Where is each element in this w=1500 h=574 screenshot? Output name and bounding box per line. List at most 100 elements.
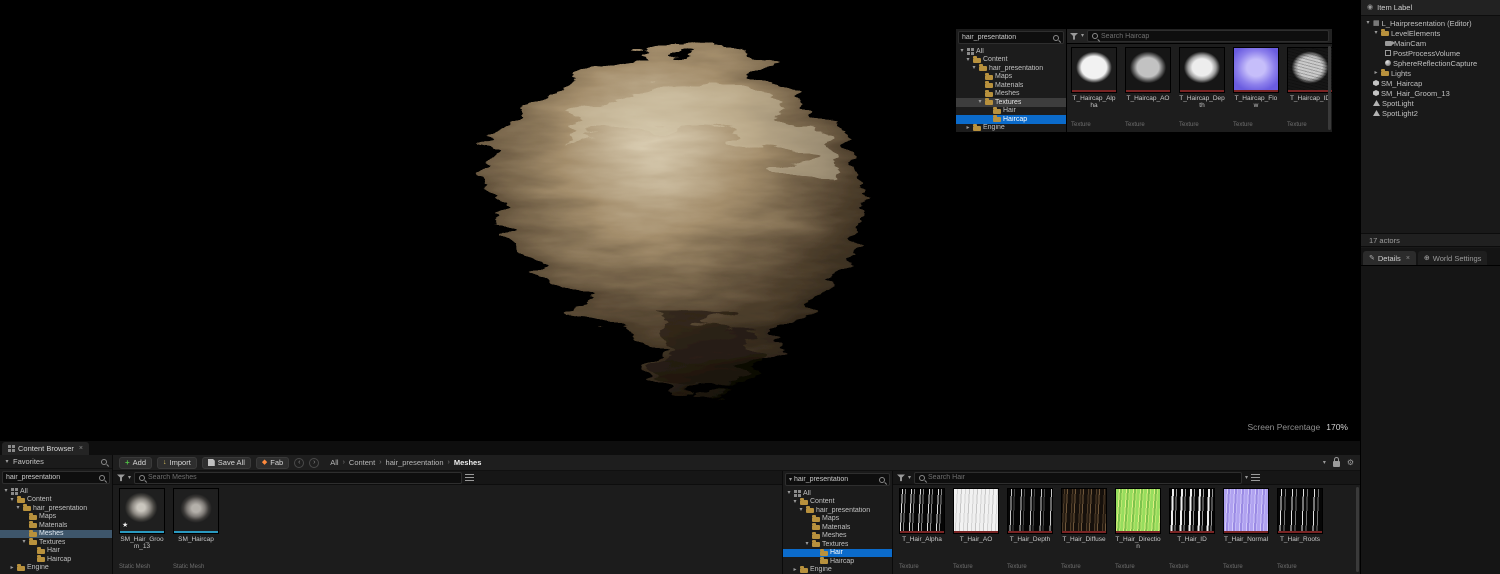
tree-item-meshes[interactable]: Meshes — [956, 89, 1066, 99]
asset-tile[interactable]: T_Haircap_Depth Texture — [1179, 47, 1229, 129]
tree-item-engine[interactable]: ▸ Engine — [0, 563, 112, 573]
asset-tile[interactable]: T_Hair_Depth Texture — [1007, 488, 1057, 571]
tree-item-maps[interactable]: Maps — [956, 72, 1066, 82]
tree-item-hair-presentation[interactable]: ▾ hair_presentation — [0, 504, 112, 513]
expander-icon[interactable]: ▸ — [965, 125, 971, 131]
outliner-item-spherereflectioncapture[interactable]: SphereReflectionCapture — [1361, 58, 1500, 68]
add-button[interactable]: + Add — [119, 456, 153, 469]
asset-tile[interactable]: T_Haircap_Alpha Texture — [1071, 47, 1121, 129]
tree-item-hair[interactable]: Hair — [0, 546, 112, 556]
asset-tile[interactable]: T_Hair_Roots Texture — [1277, 488, 1327, 571]
expander-icon[interactable]: ▾ — [21, 539, 27, 545]
outliner-item-sm-hair-groom[interactable]: SM_Hair_Groom_13 — [1361, 88, 1500, 98]
filter-icon[interactable] — [897, 474, 905, 482]
scrollbar[interactable] — [1356, 487, 1359, 572]
expander-icon[interactable]: ▾ — [959, 48, 965, 54]
fab-button[interactable]: ◆ Fab — [255, 456, 290, 469]
expander-icon[interactable]: ▾ — [3, 488, 9, 494]
favorites-header[interactable]: ▾ Favorites — [0, 455, 112, 469]
meshes-search-input[interactable] — [148, 474, 459, 481]
outliner-item-postprocessvolume[interactable]: PostProcessVolume — [1361, 48, 1500, 58]
expander-icon[interactable]: ▾ — [9, 497, 15, 503]
search-icon[interactable] — [100, 458, 108, 466]
breadcrumb-meshes[interactable]: Meshes — [454, 458, 482, 467]
filter-icon[interactable] — [117, 474, 125, 482]
asset-tile[interactable]: T_Hair_Alpha Texture — [899, 488, 949, 571]
close-icon[interactable]: × — [1406, 255, 1410, 262]
expander-icon[interactable]: ▾ — [798, 507, 804, 513]
breadcrumb-content[interactable]: Content — [349, 458, 375, 467]
favorite-star-icon[interactable]: ★ — [122, 522, 128, 529]
asset-tile[interactable]: SM_Haircap Static Mesh — [173, 488, 223, 571]
asset-tile[interactable]: T_Haircap_Flow Texture — [1233, 47, 1283, 129]
tab-details[interactable]: ✎ Details × — [1363, 251, 1416, 265]
outliner-item-maincam[interactable]: MainCam — [1361, 38, 1500, 48]
tree-item-meshes[interactable]: Meshes — [783, 531, 892, 541]
tree-item-engine[interactable]: ▸ Engine — [783, 565, 892, 574]
tree-item-haircap[interactable]: Haircap — [783, 557, 892, 566]
expander-icon[interactable]: ▾ — [965, 57, 971, 63]
asset-tile[interactable]: T_Hair_Diffuse Texture — [1061, 488, 1111, 571]
expander-icon[interactable]: ▸ — [792, 567, 798, 573]
right-sources-search-input[interactable] — [794, 476, 876, 483]
tab-content-browser[interactable]: Content Browser × — [2, 442, 89, 455]
outliner-item-spotlight2[interactable]: SpotLight2 — [1361, 108, 1500, 118]
tree-item-materials[interactable]: Materials — [783, 523, 892, 532]
tree-item-all[interactable]: ▾ All — [956, 47, 1066, 56]
chevron-down-icon[interactable]: ▾ — [908, 475, 911, 481]
path-search-input[interactable] — [962, 34, 1050, 41]
expander-icon[interactable]: ▾ — [15, 505, 21, 511]
import-button[interactable]: ↓ Import — [157, 456, 197, 469]
tree-item-content[interactable]: ▾ Content — [956, 55, 1066, 65]
close-icon[interactable]: × — [79, 445, 83, 452]
expander-icon[interactable]: ▾ — [1365, 20, 1371, 26]
asset-tile[interactable]: ★ SM_Hair_Groom_13 Static Mesh — [119, 488, 169, 571]
expander-icon[interactable]: ▾ — [971, 65, 977, 71]
chevron-down-icon[interactable]: ▾ — [1323, 460, 1326, 466]
asset-tile[interactable]: T_Hair_Normal Texture — [1223, 488, 1273, 571]
asset-tile[interactable]: T_Hair_ID Texture — [1169, 488, 1219, 571]
expander-icon[interactable]: ▾ — [786, 490, 792, 496]
tree-item-materials[interactable]: Materials — [956, 81, 1066, 90]
save-all-button[interactable]: Save All — [201, 456, 251, 469]
view-options-icon[interactable] — [465, 473, 475, 482]
forward-button[interactable]: › — [309, 457, 320, 468]
outliner-item-lights[interactable]: ▸ Lights — [1361, 68, 1500, 78]
back-button[interactable]: ‹ — [294, 457, 305, 468]
tree-item-hair[interactable]: Hair — [783, 548, 892, 557]
scrollbar[interactable] — [1328, 46, 1331, 130]
tab-world-settings[interactable]: ⊕ World Settings — [1417, 251, 1488, 265]
breadcrumb-all[interactable]: All — [330, 458, 338, 467]
outliner-item-sm-haircap[interactable]: SM_Haircap — [1361, 78, 1500, 88]
tree-item-hair[interactable]: Hair — [956, 106, 1066, 116]
expander-icon[interactable]: ▾ — [804, 541, 810, 547]
expander-icon[interactable]: ▾ — [792, 499, 798, 505]
tree-item-hair-presentation[interactable]: ▾ hair_presentation — [783, 506, 892, 515]
chevron-down-icon[interactable]: ▾ — [1245, 475, 1248, 481]
tree-item-all[interactable]: ▾ All — [783, 489, 892, 498]
eye-icon[interactable]: ◉ — [1367, 4, 1373, 11]
expander-icon[interactable]: ▾ — [4, 459, 10, 465]
expander-icon[interactable]: ▾ — [977, 99, 983, 105]
tree-item-all[interactable]: ▾ All — [0, 487, 112, 496]
outliner-item-spotlight[interactable]: SpotLight — [1361, 98, 1500, 108]
tree-item-materials[interactable]: Materials — [0, 521, 112, 530]
expander-icon[interactable]: ▸ — [9, 565, 15, 571]
tree-item-hair-presentation[interactable]: ▾ hair_presentation — [956, 64, 1066, 73]
asset-tile[interactable]: T_Hair_AO Texture — [953, 488, 1003, 571]
chevron-down-icon[interactable]: ▾ — [1081, 33, 1084, 39]
chevron-down-icon[interactable]: ▾ — [789, 477, 792, 483]
haircap-search-input[interactable] — [1101, 32, 1325, 40]
breadcrumb-hair-presentation[interactable]: hair_presentation — [386, 458, 444, 467]
tree-item-textures[interactable]: ▾ Textures — [783, 540, 892, 549]
tree-item-maps[interactable]: Maps — [783, 514, 892, 524]
expander-icon[interactable]: ▸ — [1373, 70, 1379, 76]
tree-item-textures[interactable]: ▾ Textures — [956, 98, 1066, 107]
filter-icon[interactable] — [1070, 32, 1078, 40]
sort-options-icon[interactable] — [1251, 473, 1261, 482]
lock-icon[interactable] — [1332, 457, 1340, 467]
tree-item-content[interactable]: ▾ Content — [0, 495, 112, 505]
tree-item-engine[interactable]: ▸ Engine — [956, 123, 1066, 133]
gear-icon[interactable]: ⚙ — [1347, 458, 1354, 467]
tree-item-content[interactable]: ▾ Content — [783, 497, 892, 507]
